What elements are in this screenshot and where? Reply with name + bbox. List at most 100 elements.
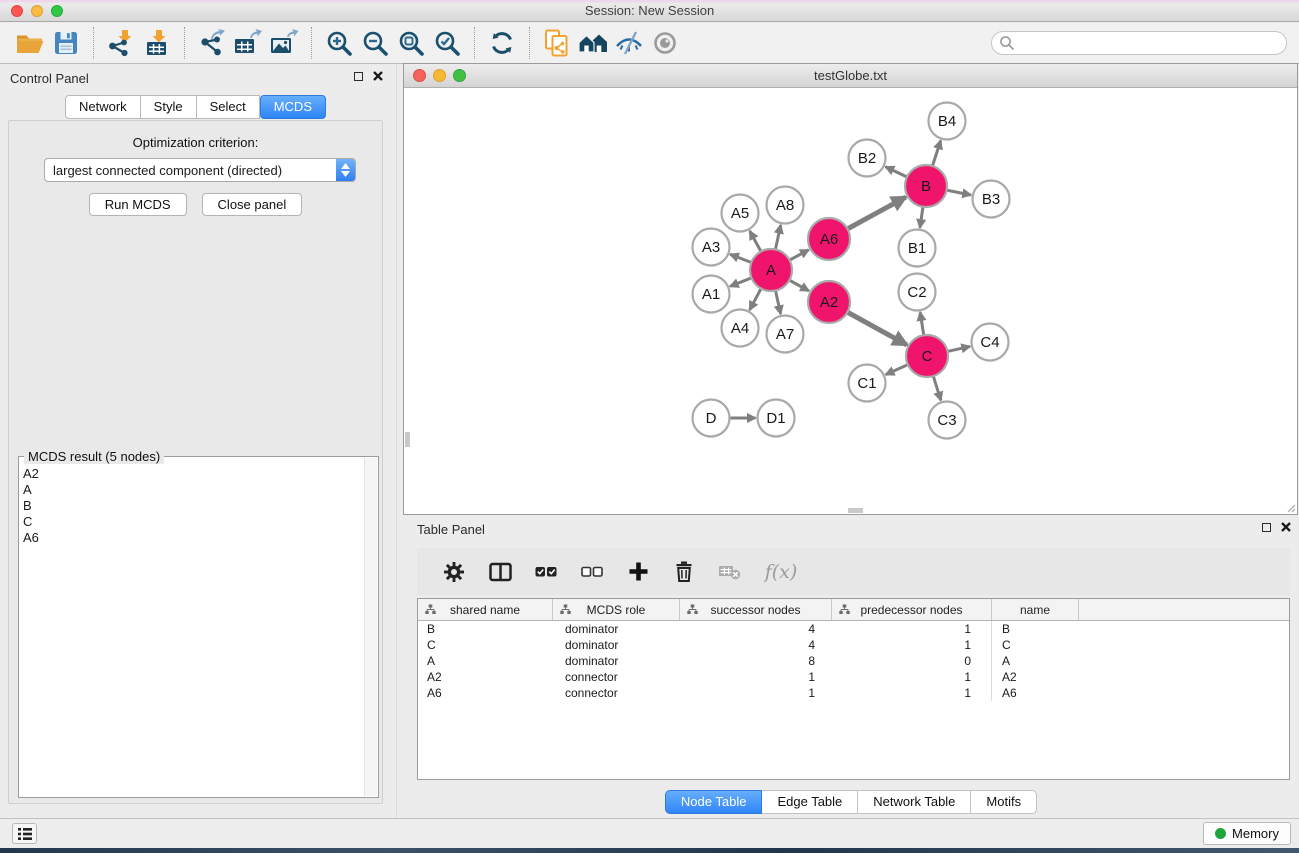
task-history-button[interactable]	[12, 823, 37, 844]
table-settings-button[interactable]	[431, 552, 477, 592]
tab-style[interactable]: Style	[141, 95, 197, 119]
node-A1[interactable]: A1	[693, 276, 730, 313]
node-A8[interactable]: A8	[767, 187, 804, 224]
search-input[interactable]	[1015, 33, 1286, 53]
table-cell[interactable]: A6	[418, 685, 553, 701]
table-cell[interactable]: 1	[832, 669, 992, 685]
close-panel-button[interactable]: Close panel	[202, 193, 303, 216]
tab-motifs[interactable]: Motifs	[971, 790, 1037, 814]
home-button[interactable]	[575, 26, 611, 60]
node-D1[interactable]: D1	[758, 400, 795, 437]
column-header-shared-name[interactable]: shared name	[418, 599, 553, 620]
mcds-result-item[interactable]: A	[23, 482, 363, 498]
save-session-button[interactable]	[48, 26, 84, 60]
export-image-button[interactable]	[266, 26, 302, 60]
export-table-button[interactable]	[230, 26, 266, 60]
tab-mcds[interactable]: MCDS	[260, 95, 326, 119]
network-horizontal-scrollbar[interactable]	[848, 508, 863, 513]
table-cell[interactable]: 1	[680, 685, 832, 701]
node-B1[interactable]: B1	[899, 230, 936, 267]
table-cell[interactable]: 8	[680, 653, 832, 669]
table-cell[interactable]: 0	[832, 653, 992, 669]
import-table-button[interactable]	[139, 26, 175, 60]
table-cell[interactable]: 1	[832, 621, 992, 637]
tab-edge-table[interactable]: Edge Table	[762, 790, 858, 814]
node-B3[interactable]: B3	[973, 181, 1010, 218]
table-row[interactable]: A6connector11A6	[418, 685, 1289, 701]
node-B4[interactable]: B4	[929, 103, 966, 140]
table-cell[interactable]: 1	[680, 669, 832, 685]
node-A7[interactable]: A7	[767, 316, 804, 353]
table-cell[interactable]: C	[418, 637, 553, 653]
result-scrollbar[interactable]	[364, 458, 377, 796]
open-session-button[interactable]	[12, 26, 48, 60]
close-table-panel-icon[interactable]	[1281, 522, 1291, 532]
node-A5[interactable]: A5	[722, 195, 759, 232]
node-C[interactable]: C	[906, 335, 948, 377]
table-cell[interactable]: 4	[680, 621, 832, 637]
mcds-result-item[interactable]: A2	[23, 466, 363, 482]
float-table-panel-icon[interactable]	[1262, 523, 1271, 532]
node-C3[interactable]: C3	[929, 402, 966, 439]
function-builder-button[interactable]: f(x)	[753, 552, 809, 592]
node-A4[interactable]: A4	[722, 310, 759, 347]
show-graphics-details-button[interactable]	[647, 26, 683, 60]
run-mcds-button[interactable]: Run MCDS	[89, 193, 187, 216]
column-header-successor-nodes[interactable]: successor nodes	[680, 599, 832, 620]
node-A2[interactable]: A2	[808, 281, 850, 323]
table-cell[interactable]: A	[992, 653, 1079, 669]
resize-handle[interactable]	[1284, 501, 1296, 513]
float-panel-icon[interactable]	[354, 72, 363, 81]
column-header-name[interactable]: name	[992, 599, 1079, 620]
export-network-button[interactable]	[194, 26, 230, 60]
add-row-button[interactable]	[615, 552, 661, 592]
deselect-all-button[interactable]	[569, 552, 615, 592]
node-A[interactable]: A	[750, 249, 792, 291]
table-cell[interactable]: connector	[553, 685, 680, 701]
table-cell[interactable]: A	[418, 653, 553, 669]
tab-node-table[interactable]: Node Table	[665, 790, 763, 814]
mcds-result-item[interactable]: C	[23, 514, 363, 530]
table-row[interactable]: Cdominator41C	[418, 637, 1289, 653]
split-view-button[interactable]	[477, 552, 523, 592]
column-header-MCDS-role[interactable]: MCDS role	[553, 599, 680, 620]
table-row[interactable]: A2connector11A2	[418, 669, 1289, 685]
table-cell[interactable]: 4	[680, 637, 832, 653]
node-D[interactable]: D	[693, 400, 730, 437]
table-cell[interactable]: C	[992, 637, 1079, 653]
node-A3[interactable]: A3	[693, 229, 730, 266]
table-row[interactable]: Bdominator41B	[418, 621, 1289, 637]
table-cell[interactable]: 1	[832, 637, 992, 653]
node-B[interactable]: B	[905, 165, 947, 207]
select-all-button[interactable]	[523, 552, 569, 592]
delete-row-button[interactable]	[661, 552, 707, 592]
network-window-titlebar[interactable]: testGlobe.txt	[404, 64, 1297, 88]
zoom-selected-button[interactable]	[429, 26, 465, 60]
search-field[interactable]	[991, 31, 1287, 55]
table-cell[interactable]: B	[418, 621, 553, 637]
tab-network[interactable]: Network	[65, 95, 141, 119]
node-C1[interactable]: C1	[849, 365, 886, 402]
tab-select[interactable]: Select	[197, 95, 260, 119]
network-vertical-scrollbar[interactable]	[405, 432, 410, 447]
column-header-predecessor-nodes[interactable]: predecessor nodes	[832, 599, 992, 620]
network-canvas[interactable]: B4B2BB3B1A5A8A6A3AA1A2C2A4A7C4CC1C3DD1	[404, 88, 1297, 514]
zoom-in-button[interactable]	[321, 26, 357, 60]
table-cell[interactable]: dominator	[553, 637, 680, 653]
mcds-result-item[interactable]: A6	[23, 530, 363, 546]
table-cell[interactable]: dominator	[553, 621, 680, 637]
table-cell[interactable]: dominator	[553, 653, 680, 669]
tab-network-table[interactable]: Network Table	[858, 790, 971, 814]
table-cell[interactable]: B	[992, 621, 1079, 637]
table-cell[interactable]: A2	[992, 669, 1079, 685]
close-panel-icon[interactable]	[373, 71, 383, 81]
node-C4[interactable]: C4	[972, 324, 1009, 361]
table-cell[interactable]: A2	[418, 669, 553, 685]
clone-network-button[interactable]	[539, 26, 575, 60]
delete-table-button[interactable]	[707, 552, 753, 592]
import-network-button[interactable]	[103, 26, 139, 60]
zoom-fit-button[interactable]	[393, 26, 429, 60]
criterion-select[interactable]: largest connected component (directed)	[44, 158, 356, 182]
table-cell[interactable]: 1	[832, 685, 992, 701]
table-row[interactable]: Adominator80A	[418, 653, 1289, 669]
